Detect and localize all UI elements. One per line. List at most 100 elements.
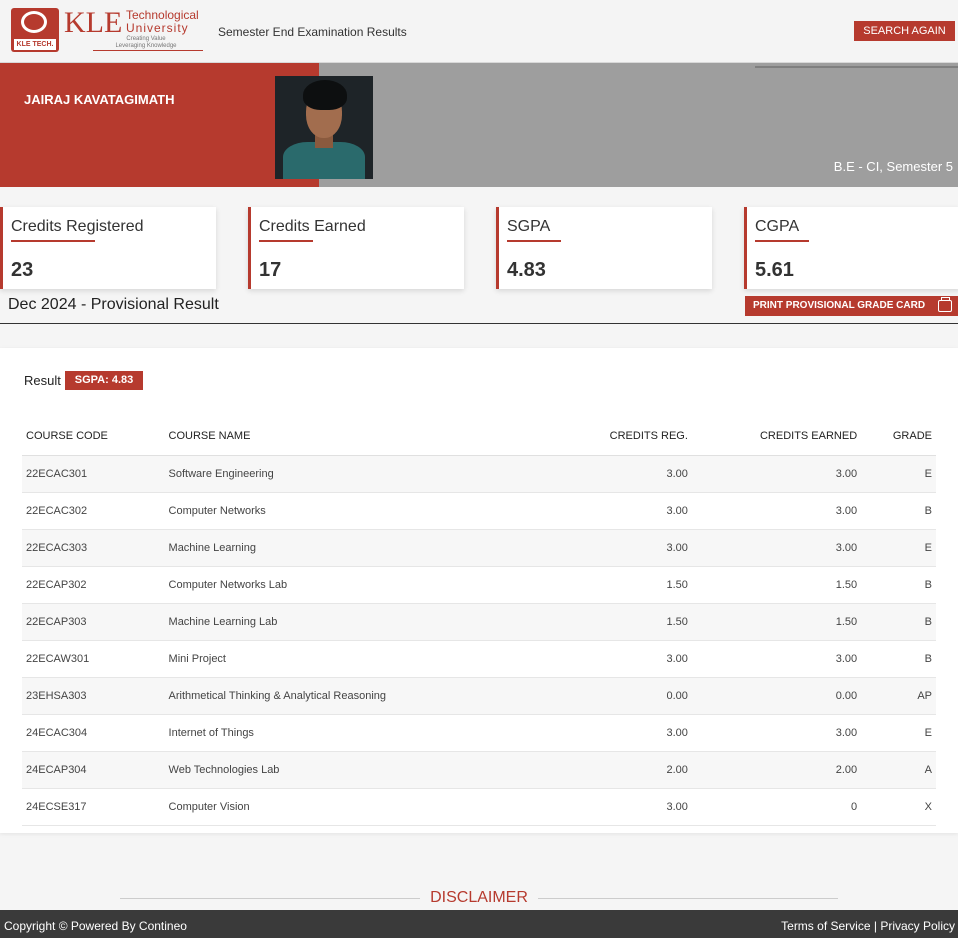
grade: X (861, 788, 936, 826)
course-code: 23EHSA303 (22, 677, 165, 715)
credits-reg: 3.00 (492, 455, 692, 493)
course-name: Web Technologies Lab (164, 751, 493, 789)
table-row: 24ECAC304 Internet of Things 3.00 3.00 E (22, 714, 936, 752)
credits-reg: 3.00 (492, 714, 692, 752)
table-row: 22ECAW301 Mini Project 3.00 3.00 B (22, 640, 936, 678)
course-name: Internet of Things (164, 714, 493, 752)
kle-logo-icon: KLE TECH. (11, 8, 59, 52)
course-code: 22ECAC302 (22, 492, 165, 530)
footer: Copyright © Powered By Contineo Terms of… (0, 910, 958, 938)
terms-of-service-link[interactable]: Terms of Service (781, 919, 870, 933)
logo-subtitle-line2: University (126, 21, 189, 35)
course-code: 22ECAW301 (22, 640, 165, 678)
stat-card-sgpa: SGPA 4.83 (496, 207, 712, 289)
stat-value: 5.61 (755, 259, 794, 281)
stat-value: 4.83 (507, 259, 546, 281)
course-name: Software Engineering (164, 455, 493, 493)
credits-reg: 3.00 (492, 788, 692, 826)
course-code: 24ECAC304 (22, 714, 165, 752)
column-header-grade[interactable]: GRADE (861, 417, 936, 456)
grade: E (861, 455, 936, 493)
course-name: Arithmetical Thinking & Analytical Reaso… (164, 677, 493, 715)
logo-name: KLE (64, 6, 123, 39)
credits-reg: 3.00 (492, 529, 692, 567)
program-info: B.E - CI, Semester 5 (833, 159, 953, 174)
stat-card-credits-registered: Credits Registered 23 (0, 207, 216, 289)
credits-earned: 0.00 (691, 677, 862, 715)
stat-label: Credits Earned (259, 218, 366, 235)
credits-reg: 2.00 (492, 751, 692, 789)
stat-card-cgpa: CGPA 5.61 (744, 207, 958, 289)
table-row: 22ECAC302 Computer Networks 3.00 3.00 B (22, 492, 936, 530)
grade: E (861, 714, 936, 752)
course-code: 22ECAC303 (22, 529, 165, 567)
student-photo (275, 76, 373, 179)
disclaimer-heading: DISCLAIMER (0, 889, 958, 907)
credits-earned: 3.00 (691, 640, 862, 678)
page-title: Semester End Examination Results (218, 25, 407, 39)
course-code: 22ECAC301 (22, 455, 165, 493)
course-name: Computer Vision (164, 788, 493, 826)
footer-separator: | (873, 919, 877, 933)
course-code: 24ECSE317 (22, 788, 165, 826)
stat-label: SGPA (507, 218, 551, 235)
grade: B (861, 492, 936, 530)
table-row: 24ECSE317 Computer Vision 3.00 0 X (22, 788, 936, 826)
credits-earned: 2.00 (691, 751, 862, 789)
logo-badge-text: KLE TECH. (14, 39, 56, 50)
credits-reg: 1.50 (492, 603, 692, 641)
course-code: 22ECAP303 (22, 603, 165, 641)
sgpa-badge: SGPA: 4.83 (65, 371, 143, 390)
credits-reg: 1.50 (492, 566, 692, 604)
credits-reg: 3.00 (492, 492, 692, 530)
column-header-credits-earned[interactable]: CREDITS EARNED (691, 417, 862, 456)
course-code: 24ECAP304 (22, 751, 165, 789)
course-name: Mini Project (164, 640, 493, 678)
result-title: Dec 2024 - Provisional Result (8, 296, 219, 313)
results-table: COURSE CODE COURSE NAME CREDITS REG. CRE… (22, 417, 936, 826)
credits-earned: 1.50 (691, 603, 862, 641)
disclaimer-text: DISCLAIMER (422, 889, 536, 906)
top-bar: KLE TECH. KLE Technological University C… (0, 0, 958, 63)
logo-tagline-line1: Creating Value (126, 36, 166, 42)
print-button-label: PRINT PROVISIONAL GRADE CARD (753, 300, 926, 311)
stat-label: CGPA (755, 218, 800, 235)
credits-earned: 3.00 (691, 455, 862, 493)
section-divider (0, 323, 958, 324)
grade: B (861, 603, 936, 641)
privacy-policy-link[interactable]: Privacy Policy (880, 919, 955, 933)
credits-earned: 3.00 (691, 714, 862, 752)
logo-subtitle: Technological University (126, 9, 199, 35)
grade: E (861, 529, 936, 567)
column-header-credits-reg[interactable]: CREDITS REG. (492, 417, 692, 456)
result-label: Result (24, 373, 61, 388)
stat-card-credits-earned: Credits Earned 17 (248, 207, 464, 289)
grade: B (861, 566, 936, 604)
table-row: 22ECAC303 Machine Learning 3.00 3.00 E (22, 529, 936, 567)
column-header-course-name[interactable]: COURSE NAME (164, 417, 493, 456)
credits-reg: 3.00 (492, 640, 692, 678)
credits-earned: 3.00 (691, 492, 862, 530)
table-header-row: COURSE CODE COURSE NAME CREDITS REG. CRE… (22, 417, 936, 456)
kle-logo[interactable]: KLE TECH. KLE Technological University C… (10, 6, 204, 54)
grade: B (861, 640, 936, 678)
column-header-course-code[interactable]: COURSE CODE (22, 417, 165, 456)
footer-links: Terms of Service | Privacy Policy (781, 919, 955, 933)
logo-tagline: Creating Value Leveraging Knowledge (96, 36, 196, 50)
table-row: 22ECAC301 Software Engineering 3.00 3.00 E (22, 455, 936, 493)
credits-earned: 0 (691, 788, 862, 826)
credits-earned: 3.00 (691, 529, 862, 567)
logo-tagline-line2: Leveraging Knowledge (115, 43, 177, 49)
print-grade-card-button[interactable]: PRINT PROVISIONAL GRADE CARD (745, 296, 958, 316)
grade: AP (861, 677, 936, 715)
search-again-button[interactable]: SEARCH AGAIN (854, 21, 955, 41)
student-banner (0, 63, 319, 187)
table-row: 23EHSA303 Arithmetical Thinking & Analyti… (22, 677, 936, 715)
stat-value: 23 (11, 259, 34, 281)
course-name: Computer Networks (164, 492, 493, 530)
credits-reg: 0.00 (492, 677, 692, 715)
course-name: Computer Networks Lab (164, 566, 493, 604)
course-name: Machine Learning (164, 529, 493, 567)
student-name: JAIRAJ KAVATAGIMATH (24, 92, 175, 107)
table-row: 24ECAP304 Web Technologies Lab 2.00 2.00 A (22, 751, 936, 789)
